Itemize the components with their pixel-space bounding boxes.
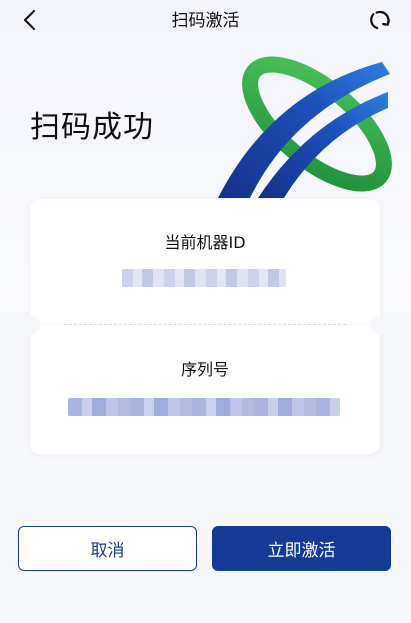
- serial-number-label: 序列号: [180, 360, 229, 379]
- machine-id-value-redacted: [122, 269, 286, 287]
- page-title: 扫码激活: [171, 11, 240, 31]
- card-divider: [64, 324, 346, 325]
- refresh-icon: [368, 8, 392, 36]
- activate-now-button[interactable]: 立即激活: [212, 526, 391, 571]
- card-notch-right: [370, 315, 390, 335]
- card-notch-left: [20, 315, 40, 335]
- cancel-button[interactable]: 取消: [18, 526, 197, 571]
- machine-id-label: 当前机器ID: [164, 233, 246, 252]
- scan-success-heading: 扫码成功: [30, 110, 154, 145]
- company-logo: [212, 52, 392, 200]
- machine-id-card: 当前机器ID: [30, 199, 380, 325]
- serial-number-value-redacted: [68, 398, 340, 416]
- header-bar: 扫码激活: [0, 0, 411, 44]
- serial-number-card: 序列号: [30, 325, 380, 454]
- refresh-button[interactable]: [364, 6, 396, 38]
